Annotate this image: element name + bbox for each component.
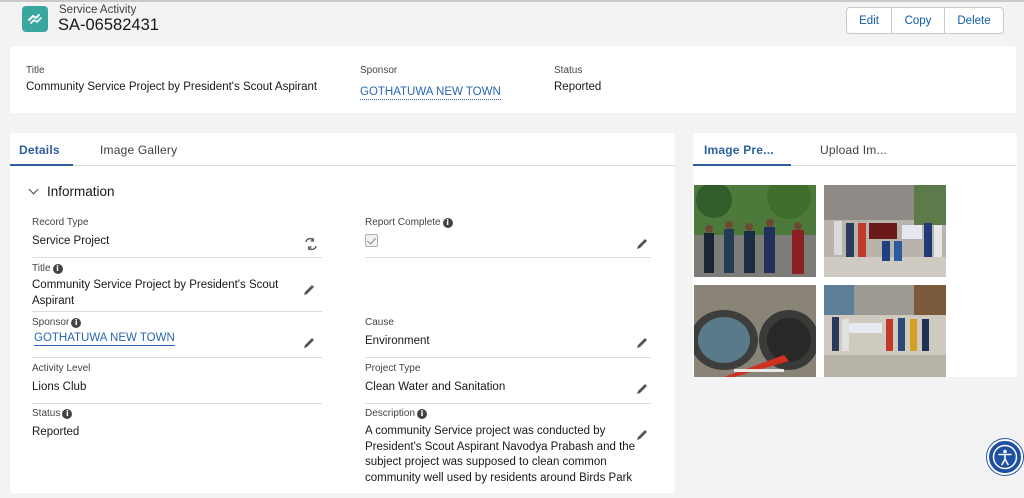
status-label-row: Status i <box>32 408 322 419</box>
action-button-group: Edit Copy Delete <box>846 7 1004 34</box>
sponsor-label-row: Sponsor i <box>32 317 322 328</box>
field-cause: Cause Environment <box>365 317 651 358</box>
divider <box>32 403 322 404</box>
field-description: Description i A community Service projec… <box>365 408 651 498</box>
highlight-sponsor-label: Sponsor <box>360 65 398 76</box>
field-status: Status i Reported <box>32 408 322 448</box>
record-name: SA-06582431 <box>58 16 159 34</box>
highlight-status-label: Status <box>554 65 583 76</box>
title-label: Title <box>32 263 51 274</box>
field-report-complete: Report Complete i <box>365 217 651 258</box>
image-thumbnail[interactable] <box>694 285 816 377</box>
tab-details[interactable]: Details <box>19 143 60 157</box>
status-value: Reported <box>32 426 80 438</box>
project-type-label: Project Type <box>365 363 421 374</box>
details-card: Details Image Gallery Information Record… <box>10 133 675 493</box>
pencil-icon[interactable] <box>635 237 649 251</box>
description-line4: community well used by residents around … <box>365 471 633 484</box>
activity-level-value: Lions Club <box>32 381 87 393</box>
highlight-title-value: Community Service Project by President's… <box>26 81 318 93</box>
highlight-status: Status Reported <box>554 65 601 93</box>
title-value-line2: Aspirant <box>32 294 75 307</box>
image-tabs: Image Pre... Upload Im... <box>693 133 1017 166</box>
image-thumbnail[interactable] <box>824 285 946 377</box>
section-title: Information <box>47 184 115 199</box>
project-type-value: Clean Water and Sanitation <box>365 381 506 393</box>
accessibility-button[interactable] <box>987 439 1023 475</box>
sponsor-label: Sponsor <box>32 317 70 328</box>
image-card: Image Pre... Upload Im... <box>693 133 1017 377</box>
field-record-type: Record Type Service Project <box>32 217 322 258</box>
field-title: Title i Community Service Project by Pre… <box>32 263 322 312</box>
cause-label: Cause <box>365 317 394 328</box>
title-value: Community Service Project by President's… <box>32 278 322 309</box>
description-line1: A community Service project was conducte… <box>365 425 606 437</box>
description-label: Description <box>365 408 416 419</box>
divider <box>365 257 651 258</box>
report-complete-label-row: Report Complete i <box>365 217 651 228</box>
title-value-line1: Community Service Project by President's… <box>32 279 279 291</box>
highlights-panel: Title Community Service Project by Presi… <box>10 46 1016 113</box>
field-sponsor: Sponsor i GOTHATUWA NEW TOWN <box>32 317 322 358</box>
title-label-row: Title i <box>32 263 322 274</box>
change-record-type-icon[interactable] <box>304 237 318 251</box>
highlight-status-value: Reported <box>554 81 602 93</box>
description-label-row: Description i <box>365 408 651 419</box>
divider <box>365 357 651 358</box>
activity-level-label: Activity Level <box>32 363 91 374</box>
description-line2: President's Scout Aspirant Navodya Praba… <box>365 440 636 453</box>
divider <box>32 357 322 358</box>
accessibility-icon <box>992 444 1018 470</box>
record-header: Service Activity SA-06582431 Edit Copy D… <box>0 2 1024 42</box>
highlight-sponsor: Sponsor GOTHATUWA NEW TOWN <box>360 65 501 100</box>
divider <box>365 403 651 404</box>
info-icon: i <box>417 408 428 419</box>
delete-button[interactable]: Delete <box>944 8 1003 33</box>
image-thumbnail[interactable] <box>694 185 816 277</box>
info-icon: i <box>71 317 82 328</box>
section-information-toggle[interactable]: Information <box>28 184 115 199</box>
status-label: Status <box>32 408 61 419</box>
image-thumbnail[interactable] <box>824 185 946 277</box>
highlight-title-label: Title <box>26 65 45 76</box>
info-icon: i <box>52 263 63 274</box>
field-project-type: Project Type Clean Water and Sanitation <box>365 363 651 404</box>
service-activity-icon <box>22 6 48 32</box>
divider <box>32 257 322 258</box>
pencil-icon[interactable] <box>635 382 649 396</box>
field-activity-level: Activity Level Lions Club <box>32 363 322 404</box>
detail-tabs: Details Image Gallery <box>10 133 675 166</box>
chevron-down-icon <box>28 184 39 195</box>
tab-image-preview[interactable]: Image Pre... <box>704 143 774 157</box>
record-type-label: Record Type <box>32 217 89 228</box>
info-icon: i <box>62 408 73 419</box>
report-complete-checkbox <box>365 234 378 247</box>
highlight-sponsor-link[interactable]: GOTHATUWA NEW TOWN <box>360 86 501 100</box>
object-label: Service Activity <box>59 4 137 16</box>
edit-button[interactable]: Edit <box>847 8 891 33</box>
description-value: A community Service project was conducte… <box>365 424 651 486</box>
tab-image-gallery[interactable]: Image Gallery <box>100 143 177 157</box>
report-complete-label: Report Complete <box>365 217 441 228</box>
info-icon: i <box>442 217 453 228</box>
description-line3: subject project was supposed to clean co… <box>365 456 607 468</box>
tab-upload-image[interactable]: Upload Im... <box>820 143 887 157</box>
active-tab-indicator <box>10 164 73 166</box>
pencil-icon[interactable] <box>635 428 649 442</box>
sponsor-link[interactable]: GOTHATUWA NEW TOWN <box>34 332 175 346</box>
divider <box>32 311 322 312</box>
copy-button[interactable]: Copy <box>891 8 944 33</box>
cause-value: Environment <box>365 335 430 347</box>
highlight-title: Title Community Service Project by Presi… <box>26 65 317 93</box>
active-tab-indicator <box>693 164 791 166</box>
pencil-icon[interactable] <box>635 336 649 350</box>
pencil-icon[interactable] <box>302 336 316 350</box>
pencil-icon[interactable] <box>302 283 316 297</box>
record-type-value: Service Project <box>32 235 110 247</box>
